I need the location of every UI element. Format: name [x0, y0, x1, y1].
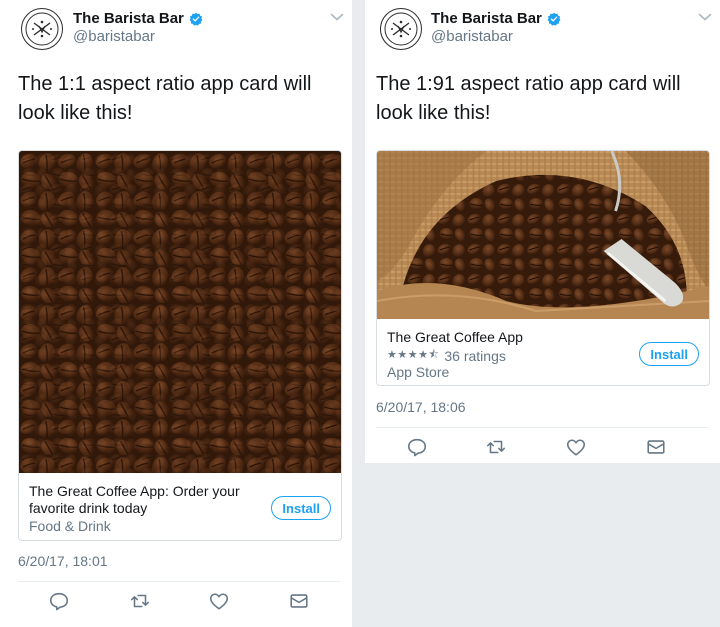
like-icon[interactable] — [208, 590, 230, 612]
reply-icon[interactable] — [406, 436, 428, 458]
tweet-text: The 1:91 aspect ratio app card will look… — [376, 73, 681, 124]
card-title[interactable]: The Great Coffee App: Order your favorit… — [29, 483, 259, 517]
handle[interactable]: @baristabar — [431, 28, 513, 45]
verified-badge-icon — [547, 12, 561, 26]
card-body: The Great Coffee App: Order your favorit… — [19, 473, 341, 540]
ratings-row: ★★★★⯪ 36 ratings — [387, 346, 506, 365]
card-image-coffee-beans[interactable] — [19, 151, 341, 473]
card-body: The Great Coffee App ★★★★⯪ 36 ratings Ap… — [377, 319, 709, 385]
retweet-icon[interactable] — [485, 436, 507, 458]
tweet-text: The 1:1 aspect ratio app card will look … — [18, 73, 312, 124]
divider — [376, 427, 708, 428]
message-icon[interactable] — [645, 436, 667, 458]
reply-icon[interactable] — [48, 590, 70, 612]
tweet-actions — [365, 436, 720, 460]
timestamp[interactable]: 6/20/17, 18:06 — [376, 399, 466, 415]
verified-badge-icon — [189, 12, 203, 26]
tweet-actions — [0, 590, 352, 614]
card-image-coffee-sack[interactable] — [377, 151, 709, 319]
star-rating: ★★★★⯪ — [387, 349, 440, 361]
card-title[interactable]: The Great Coffee App — [387, 329, 523, 346]
tweet-header: The Barista Bar @baristabar — [365, 8, 720, 52]
message-icon[interactable] — [288, 590, 310, 612]
tweet-header: The Barista Bar @baristabar — [0, 8, 352, 52]
divider — [18, 581, 340, 582]
timestamp[interactable]: 6/20/17, 18:01 — [18, 553, 108, 569]
app-card[interactable]: The Great Coffee App ★★★★⯪ 36 ratings Ap… — [376, 150, 710, 386]
card-store: App Store — [387, 364, 450, 380]
display-name[interactable]: The Barista Bar — [431, 10, 542, 27]
app-card[interactable]: The Great Coffee App: Order your favorit… — [18, 150, 342, 541]
card-category: Food & Drink — [29, 518, 111, 534]
ratings-count: 36 ratings — [444, 347, 506, 364]
chevron-down-icon[interactable] — [330, 12, 344, 22]
handle[interactable]: @baristabar — [73, 28, 155, 45]
tweet-card-square: The Barista Bar @baristabar The 1:1 aspe… — [0, 0, 352, 627]
install-button[interactable]: Install — [271, 496, 331, 520]
coffee-logo-icon — [384, 12, 418, 46]
coffee-logo-icon — [25, 12, 59, 46]
like-icon[interactable] — [565, 436, 587, 458]
display-name[interactable]: The Barista Bar — [73, 10, 184, 27]
retweet-icon[interactable] — [129, 590, 151, 612]
avatar[interactable] — [21, 8, 63, 50]
install-button[interactable]: Install — [639, 342, 699, 366]
chevron-down-icon[interactable] — [698, 12, 712, 22]
avatar[interactable] — [380, 8, 422, 50]
tweet-card-wide: The Barista Bar @baristabar The 1:91 asp… — [365, 0, 720, 463]
